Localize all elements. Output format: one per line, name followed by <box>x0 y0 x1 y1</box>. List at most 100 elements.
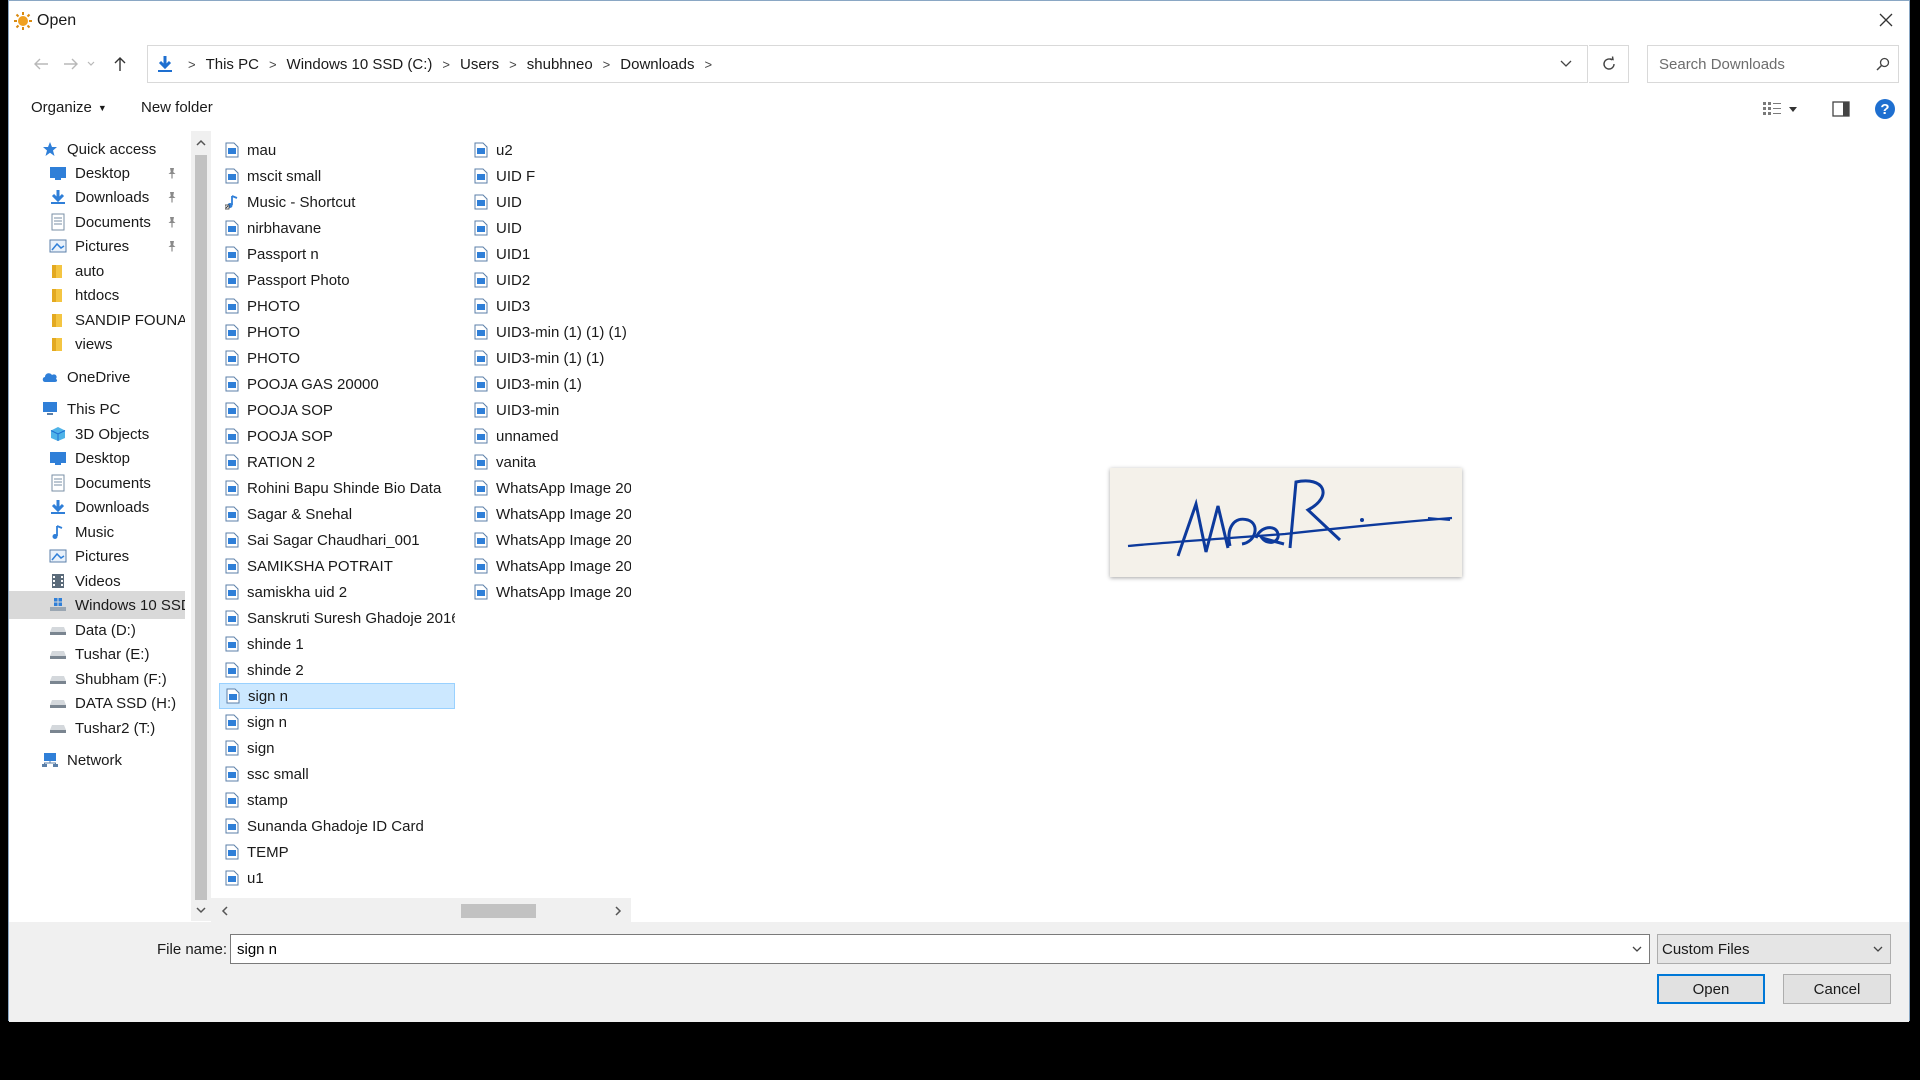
file-item-passport-photo[interactable]: Passport Photo <box>219 267 455 293</box>
breadcrumb-item-users[interactable]: Users <box>460 56 499 73</box>
file-item-mau[interactable]: mau <box>219 137 455 163</box>
scroll-right-button[interactable] <box>605 898 631 924</box>
help-button[interactable]: ? <box>1872 96 1898 122</box>
breadcrumb-item-this-pc[interactable]: This PC <box>206 56 259 73</box>
close-button[interactable] <box>1863 1 1909 39</box>
nav-item-downloads[interactable]: Downloads <box>9 493 185 521</box>
breadcrumb-separator[interactable]: > <box>269 57 277 72</box>
file-item-shinde-1[interactable]: shinde 1 <box>219 631 455 657</box>
chevron-down-icon[interactable] <box>1625 946 1649 952</box>
refresh-button[interactable] <box>1589 45 1629 83</box>
nav-item-pictures[interactable]: Pictures <box>9 542 185 570</box>
scrollbar-thumb[interactable] <box>195 155 207 900</box>
file-item-photo[interactable]: PHOTO <box>219 293 455 319</box>
file-item-mscit-small[interactable]: mscit small <box>219 163 455 189</box>
file-item-photo[interactable]: PHOTO <box>219 319 455 345</box>
breadcrumb-separator[interactable]: > <box>603 57 611 72</box>
file-item-uid3-min-1-1[interactable]: UID3-min (1) (1) <box>468 345 631 371</box>
file-item-stamp[interactable]: stamp <box>219 787 455 813</box>
cancel-button[interactable]: Cancel <box>1783 974 1891 1004</box>
file-item-sanskruti-suresh-ghadoje-2016[interactable]: Sanskruti Suresh Ghadoje 2016 <box>219 605 455 631</box>
nav-item-tushar-e[interactable]: Tushar (E:) <box>9 640 185 668</box>
file-item-ration-2[interactable]: RATION 2 <box>219 449 455 475</box>
file-name-combobox[interactable] <box>230 934 1650 964</box>
nav-item-htdocs[interactable]: htdocs <box>9 281 185 309</box>
file-item-pooja-gas-20000[interactable]: POOJA GAS 20000 <box>219 371 455 397</box>
file-name-input[interactable] <box>235 939 1625 959</box>
breadcrumb-root-separator[interactable]: > <box>178 57 206 72</box>
navigation-pane-scrollbar[interactable] <box>191 131 211 921</box>
file-item-u1[interactable]: u1 <box>219 865 455 891</box>
nav-item-network[interactable]: Network <box>9 746 185 774</box>
nav-item-views[interactable]: views <box>9 330 185 358</box>
file-item-sign[interactable]: sign <box>219 735 455 761</box>
nav-item-this-pc[interactable]: This PC <box>9 395 185 423</box>
new-folder-button[interactable]: New folder <box>141 99 213 116</box>
file-item-vanita[interactable]: vanita <box>468 449 631 475</box>
file-item-whatsapp-image-20[interactable]: WhatsApp Image 20: <box>468 553 631 579</box>
file-item-ssc-small[interactable]: ssc small <box>219 761 455 787</box>
file-type-select[interactable]: Custom Files <box>1657 934 1891 964</box>
file-list-scrollbar[interactable] <box>211 898 631 924</box>
file-item-rohini-bapu-shinde-bio-data[interactable]: Rohini Bapu Shinde Bio Data <box>219 475 455 501</box>
file-item-sign-n[interactable]: sign n <box>219 709 455 735</box>
file-item-whatsapp-image-20[interactable]: WhatsApp Image 20: <box>468 527 631 553</box>
file-item-samiskha-uid-2[interactable]: samiskha uid 2 <box>219 579 455 605</box>
file-item-uid[interactable]: UID <box>468 189 631 215</box>
file-item-uid2[interactable]: UID2 <box>468 267 631 293</box>
file-item-whatsapp-image-20[interactable]: WhatsApp Image 20: <box>468 475 631 501</box>
scroll-down-button[interactable] <box>191 899 211 921</box>
scrollbar-thumb[interactable] <box>461 904 536 918</box>
file-item-whatsapp-image-20[interactable]: WhatsApp Image 20: <box>468 501 631 527</box>
file-item-uid3[interactable]: UID3 <box>468 293 631 319</box>
preview-pane-button[interactable] <box>1827 96 1855 122</box>
file-item-uid1[interactable]: UID1 <box>468 241 631 267</box>
breadcrumb-item-downloads[interactable]: Downloads <box>620 56 694 73</box>
file-item-pooja-sop[interactable]: POOJA SOP <box>219 397 455 423</box>
recent-locations-button[interactable] <box>83 50 99 78</box>
organize-button[interactable]: Organize ▼ <box>31 99 107 116</box>
file-item-unnamed[interactable]: unnamed <box>468 423 631 449</box>
nav-item-tushar2-t[interactable]: Tushar2 (T:) <box>9 714 185 742</box>
file-item-uid3-min-1[interactable]: UID3-min (1) <box>468 371 631 397</box>
address-history-button[interactable] <box>1545 46 1587 82</box>
breadcrumb-item-windows-10-ssd-c[interactable]: Windows 10 SSD (C:) <box>287 56 433 73</box>
file-item-sunanda-ghadoje-id-card[interactable]: Sunanda Ghadoje ID Card <box>219 813 455 839</box>
back-button[interactable] <box>27 50 55 78</box>
nav-item-data-ssd-h[interactable]: DATA SSD (H:) <box>9 689 185 717</box>
file-item-uid3-min-1-1-1[interactable]: UID3-min (1) (1) (1) <box>468 319 631 345</box>
scroll-up-button[interactable] <box>191 131 211 153</box>
nav-item-downloads[interactable]: Downloads <box>9 183 185 211</box>
file-item-passport-n[interactable]: Passport n <box>219 241 455 267</box>
file-item-uid[interactable]: UID <box>468 215 631 241</box>
file-item-nirbhavane[interactable]: nirbhavane <box>219 215 455 241</box>
file-item-uid3-min[interactable]: UID3-min <box>468 397 631 423</box>
change-view-button[interactable] <box>1757 95 1803 123</box>
file-item-u2[interactable]: u2 <box>468 137 631 163</box>
up-button[interactable] <box>106 50 134 78</box>
breadcrumb-item-shubhneo[interactable]: shubhneo <box>527 56 593 73</box>
file-item-whatsapp-image-20[interactable]: WhatsApp Image 20: <box>468 579 631 605</box>
nav-item-pictures[interactable]: Pictures <box>9 232 185 260</box>
open-button[interactable]: Open <box>1657 974 1765 1004</box>
scroll-left-button[interactable] <box>211 898 237 924</box>
file-item-samiksha-potrait[interactable]: SAMIKSHA POTRAIT <box>219 553 455 579</box>
breadcrumb-separator[interactable]: > <box>509 57 517 72</box>
nav-item-windows-10-ssd[interactable]: Windows 10 SSD <box>9 591 185 619</box>
nav-item-onedrive[interactable]: OneDrive <box>9 363 185 391</box>
file-item-sagar-snehal[interactable]: Sagar & Snehal <box>219 501 455 527</box>
search-box[interactable] <box>1647 45 1899 83</box>
file-item-shinde-2[interactable]: shinde 2 <box>219 657 455 683</box>
file-item-temp[interactable]: TEMP <box>219 839 455 865</box>
address-bar[interactable]: > This PC > Windows 10 SSD (C:) > Users > shub… <box>147 45 1588 83</box>
file-item-music-shortcut[interactable]: Music - Shortcut <box>219 189 455 215</box>
search-input[interactable] <box>1657 54 1868 74</box>
file-item-photo[interactable]: PHOTO <box>219 345 455 371</box>
nav-item-desktop[interactable]: Desktop <box>9 444 185 472</box>
file-item-sai-sagar-chaudhari-001[interactable]: Sai Sagar Chaudhari_001 <box>219 527 455 553</box>
breadcrumb-separator[interactable]: > <box>442 57 450 72</box>
file-item-pooja-sop[interactable]: POOJA SOP <box>219 423 455 449</box>
file-item-uid-f[interactable]: UID F <box>468 163 631 189</box>
breadcrumb-separator[interactable]: > <box>704 57 712 72</box>
forward-button[interactable] <box>57 50 85 78</box>
